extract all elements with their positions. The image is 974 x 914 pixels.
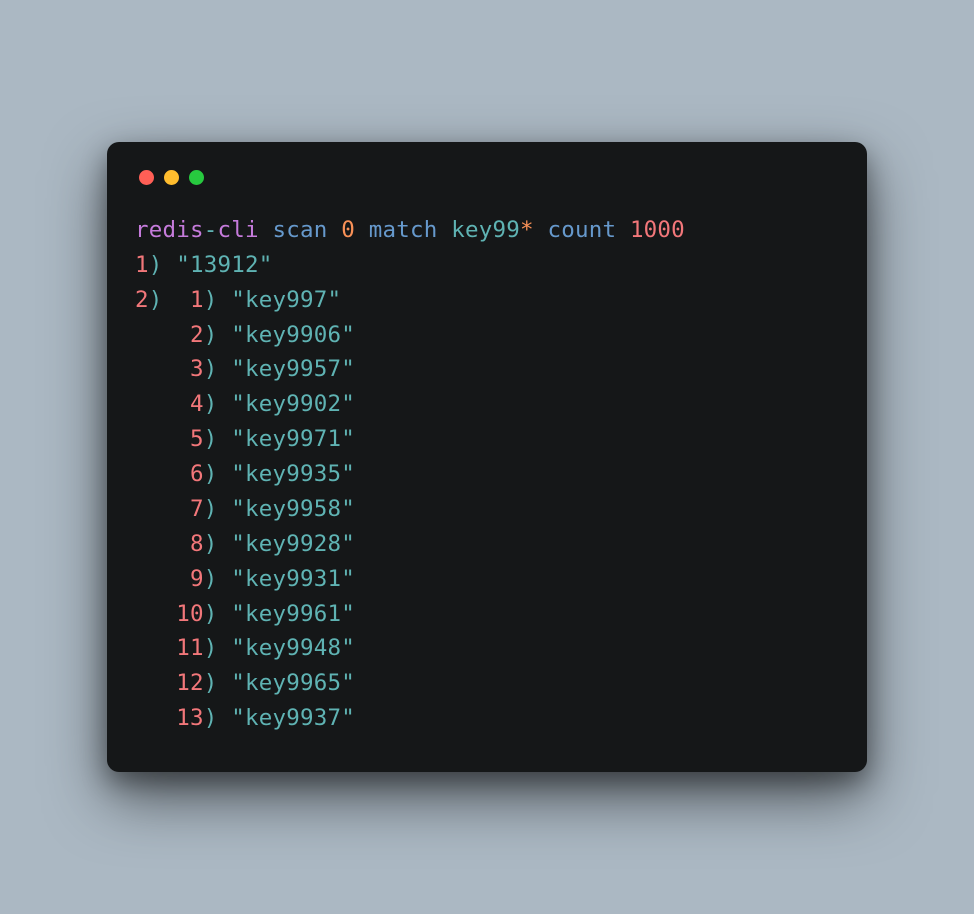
terminal-output: redis-cli scan 0 match key99* count 1000…: [135, 213, 839, 736]
terminal-window: redis-cli scan 0 match key99* count 1000…: [107, 142, 867, 772]
maximize-icon[interactable]: [189, 170, 204, 185]
window-titlebar: [135, 166, 839, 213]
close-icon[interactable]: [139, 170, 154, 185]
minimize-icon[interactable]: [164, 170, 179, 185]
